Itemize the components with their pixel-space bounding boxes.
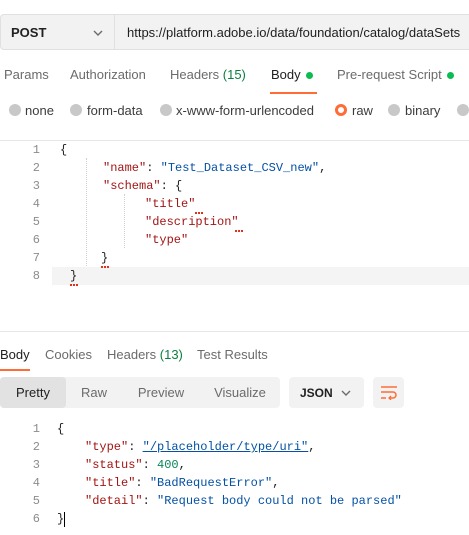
code-line: "detail": "Request body could not be par… [85,494,402,508]
code-token: 400 [157,458,179,472]
tab-params[interactable]: Params [4,67,49,82]
code-line: "schema": { [103,179,182,193]
radio-binary[interactable] [388,104,400,116]
code-line: "status": 400, [85,458,186,472]
code-token: { [60,143,68,157]
code-token: , [272,476,280,490]
line-number: 2 [32,440,40,454]
view-visualize[interactable]: Visualize [200,377,280,408]
wrap-lines-icon [381,386,397,400]
code-token: : [142,458,150,472]
code-token: "Test_Dataset_CSV_new" [160,161,320,175]
line-number: 5 [32,215,40,229]
line-number: 3 [32,179,40,193]
code-token: : [146,161,154,175]
line-number: 3 [32,458,40,472]
radio-none-label[interactable]: none [25,103,54,118]
line-number: 4 [32,197,40,211]
tab-headers-label: Headers [170,67,220,82]
body-active-dot [306,72,313,79]
response-tab-test-results[interactable]: Test Results [197,347,268,362]
url-input[interactable]: https://platform.adobe.io/data/foundatio… [114,14,469,50]
indent-guide [124,194,126,248]
tab-body-underline [270,92,317,94]
radio-raw[interactable] [335,104,347,116]
code-token: : [142,494,150,508]
method-label: POST [11,25,47,40]
line-number: 1 [32,422,40,436]
error-squiggle [101,263,109,268]
wrap-lines-button[interactable] [373,377,404,408]
view-preview[interactable]: Preview [122,377,200,408]
line-number: 6 [32,233,40,247]
current-line-highlight [52,267,469,285]
code-line: "title": "BadRequestError", [85,476,279,490]
code-token: { [57,422,65,436]
response-tab-body[interactable]: Body [0,347,30,362]
radio-form-data-label[interactable]: form-data [87,103,143,118]
code-token: , [319,161,327,175]
code-token: "Request body could not be parsed" [157,494,402,508]
tab-headers[interactable]: Headers (15) [170,67,246,82]
editor-top-divider [0,140,469,141]
radio-form-data[interactable] [70,104,82,116]
code-token: "BadRequestError" [149,476,273,490]
code-token: "name" [103,161,147,175]
radio-raw-label[interactable]: raw [352,103,373,118]
line-number: 5 [32,494,40,508]
code-line: "type": "/placeholder/type/uri", [85,440,315,454]
response-tab-cookies[interactable]: Cookies [45,347,92,362]
chevron-down-icon [341,390,351,396]
method-selector[interactable]: POST [0,14,114,50]
code-token: : [128,440,136,454]
code-token: : [135,476,143,490]
error-squiggle [235,227,243,232]
tab-body[interactable]: Body [271,67,301,82]
code-token: "title" [85,476,136,490]
tab-authorization[interactable]: Authorization [70,67,146,82]
tab-prerequest-script[interactable]: Pre-request Script [337,67,442,82]
code-token: "type" [145,233,189,247]
code-token: , [308,440,316,454]
prerequest-active-dot [447,72,454,79]
line-number: 4 [32,476,40,490]
format-select-label: JSON [300,386,333,400]
radio-none[interactable] [9,104,21,116]
url-text: https://platform.adobe.io/data/foundatio… [127,25,461,40]
error-squiggle [70,281,78,286]
code-token: , [178,458,186,472]
radio-urlencoded[interactable] [160,104,172,116]
view-pretty[interactable]: Pretty [0,377,66,408]
code-token: : [160,179,168,193]
code-token: "schema" [103,179,161,193]
line-number: 8 [32,269,40,283]
text-cursor [64,512,65,527]
type-uri-link[interactable]: "/placeholder/type/uri" [143,440,309,454]
indent-guide [86,158,88,266]
line-number: 1 [32,143,40,157]
response-tab-headers[interactable]: Headers (13) [107,347,183,362]
code-line: "name": "Test_Dataset_CSV_new", [103,161,326,175]
response-tab-headers-label: Headers [107,347,157,362]
radio-graphql[interactable] [457,104,469,116]
view-raw[interactable]: Raw [66,377,122,408]
chevron-down-icon [93,30,103,36]
code-token: "description" [145,215,239,229]
code-token: "status" [85,458,143,472]
response-tab-body-underline [0,369,30,371]
error-squiggle [195,209,203,214]
tab-headers-count: (15) [222,67,246,82]
editor-bottom-divider [0,331,469,332]
code-token: "type" [85,440,129,454]
code-token: "detail" [85,494,143,508]
radio-urlencoded-label[interactable]: x-www-form-urlencoded [176,103,314,118]
code-token: "title" [145,197,196,211]
response-tab-headers-count: (13) [159,347,183,362]
code-token: { [175,179,183,193]
format-select[interactable]: JSON [289,377,364,408]
line-number: 7 [32,251,40,265]
line-number: 2 [32,161,40,175]
radio-binary-label[interactable]: binary [405,103,440,118]
line-number: 6 [32,512,40,526]
